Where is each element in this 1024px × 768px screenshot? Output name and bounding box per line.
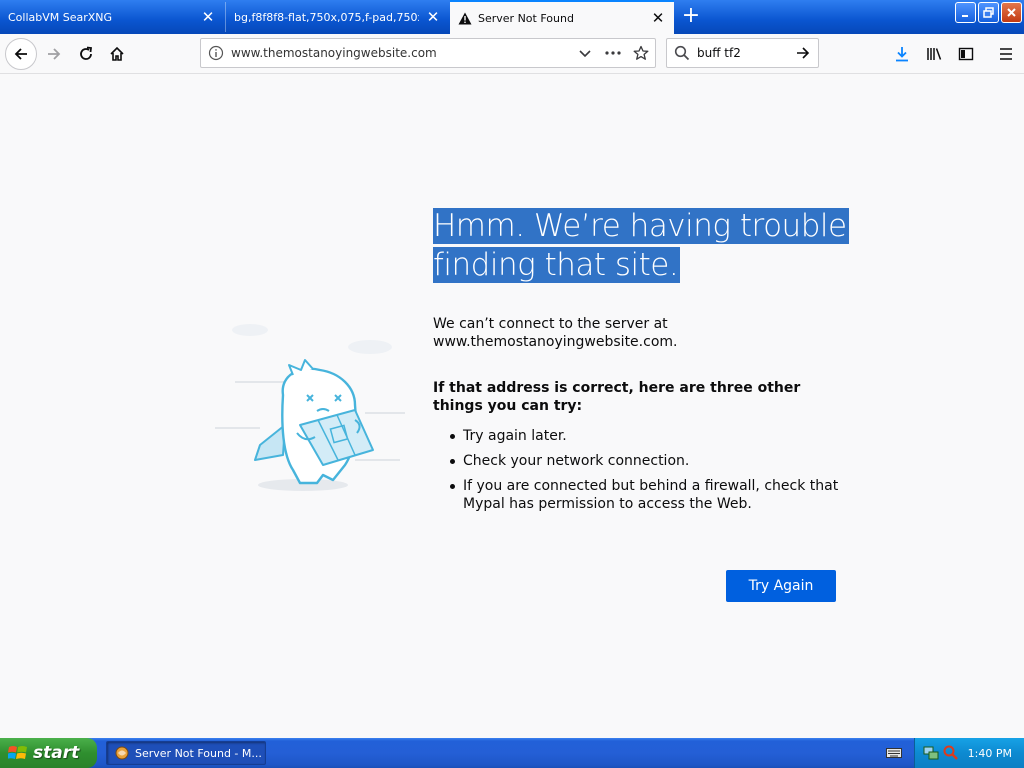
url-bar[interactable]: www.themostanoyingwebsite.com	[200, 38, 656, 68]
forward-button[interactable]	[40, 40, 68, 68]
tab-label: CollabVM SearXNG	[8, 10, 113, 24]
search-icon	[667, 45, 697, 61]
library-button[interactable]	[921, 40, 949, 68]
reload-icon	[80, 46, 93, 60]
info-icon[interactable]	[201, 45, 231, 61]
security-alert-icon[interactable]	[943, 745, 959, 761]
suggestions-list: Try again later. Check your network conn…	[433, 427, 853, 513]
navigation-toolbar: www.themostanoyingwebsite.com	[0, 34, 1024, 74]
bookmark-star-icon[interactable]	[627, 39, 655, 67]
minimize-button[interactable]	[955, 2, 976, 23]
search-bar[interactable]	[666, 38, 819, 68]
tab-label: bg,f8f8f8-flat,750x,075,f-pad,750x1000,f…	[234, 10, 419, 24]
tab-collabvm-searxng[interactable]: CollabVM SearXNG ✕	[0, 2, 224, 32]
list-item: Try again later.	[450, 427, 853, 445]
error-dinosaur-illustration-icon	[215, 324, 405, 491]
page-actions-icon[interactable]	[599, 39, 627, 67]
tab-close-icon[interactable]: ✕	[200, 9, 216, 25]
tab-server-not-found[interactable]: Server Not Found ✕	[450, 0, 674, 34]
window-controls	[955, 2, 1022, 23]
download-icon	[896, 47, 908, 62]
start-button[interactable]: start	[0, 738, 97, 768]
tab-close-icon[interactable]: ✕	[650, 10, 666, 26]
title-line-2: finding that site.	[433, 247, 681, 283]
tab-bg-image[interactable]: bg,f8f8f8-flat,750x,075,f-pad,750x1000,f…	[225, 2, 449, 32]
arrow-left-icon	[14, 48, 27, 60]
taskbar-item-label: Server Not Found - M...	[135, 746, 262, 760]
home-button[interactable]	[103, 40, 131, 68]
browser-icon	[115, 746, 129, 760]
error-description: We can’t connect to the server at www.th…	[433, 315, 853, 351]
description-line-2: www.themostanoyingwebsite.com.	[433, 334, 678, 350]
home-icon	[110, 46, 124, 61]
error-message: Hmm. We’re having trouble finding that s…	[433, 207, 853, 520]
sidebar-icon	[958, 47, 974, 61]
system-tray: 1:40 PM	[914, 738, 1024, 768]
chevron-down-icon[interactable]	[571, 39, 599, 67]
library-icon	[927, 48, 942, 60]
taskbar-item-browser[interactable]: Server Not Found - M...	[106, 741, 266, 765]
start-label: start	[33, 743, 80, 763]
clock[interactable]: 1:40 PM	[968, 747, 1012, 760]
downloads-button[interactable]	[888, 40, 916, 68]
page-title: Hmm. We’re having trouble finding that s…	[433, 207, 853, 285]
warning-icon	[458, 11, 472, 25]
restore-button[interactable]	[978, 2, 999, 23]
search-input[interactable]	[697, 46, 788, 60]
description-line-1: We can’t connect to the server at	[433, 316, 668, 332]
url-text[interactable]: www.themostanoyingwebsite.com	[231, 46, 571, 60]
list-item: Check your network connection.	[450, 452, 853, 470]
search-go-arrow-icon[interactable]	[788, 45, 818, 61]
tab-label: Server Not Found	[478, 11, 574, 25]
sidebar-button[interactable]	[952, 40, 980, 68]
list-item: If you are connected but behind a firewa…	[450, 477, 853, 513]
reload-button[interactable]	[72, 40, 100, 68]
menu-button[interactable]	[992, 40, 1020, 68]
tab-strip: CollabVM SearXNG ✕ bg,f8f8f8-flat,750x,0…	[0, 0, 1024, 34]
windows-logo-icon	[8, 746, 27, 759]
network-icon[interactable]	[923, 745, 939, 761]
keyboard-icon[interactable]	[886, 746, 902, 760]
suggestions-heading: If that address is correct, here are thr…	[433, 380, 801, 414]
back-button[interactable]	[5, 38, 37, 70]
hamburger-menu-icon	[1000, 48, 1012, 60]
title-line-1: Hmm. We’re having trouble	[433, 208, 849, 244]
try-again-button[interactable]: Try Again	[726, 570, 836, 602]
taskbar: start Server Not Found - M... 1:40 PM	[0, 738, 1024, 768]
new-tab-button[interactable]: +	[678, 4, 704, 30]
arrow-right-icon	[48, 48, 61, 60]
tab-close-icon[interactable]: ✕	[425, 9, 441, 25]
close-window-button[interactable]	[1001, 2, 1022, 23]
